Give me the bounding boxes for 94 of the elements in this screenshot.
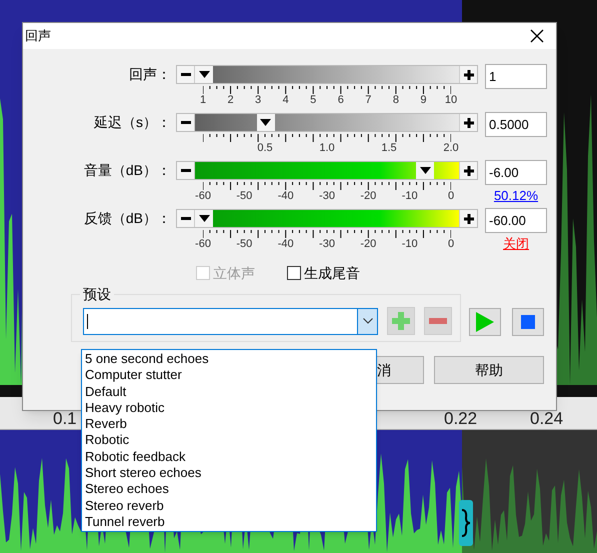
value-field[interactable]: -6.00 — [485, 160, 547, 185]
value-field[interactable]: 0.5000 — [485, 112, 547, 137]
minus-icon — [180, 73, 190, 76]
increase-button[interactable] — [459, 210, 477, 227]
preset-option[interactable]: Computer stutter — [82, 367, 376, 384]
plus-icon — [464, 118, 474, 128]
scale-label: -60 — [195, 190, 211, 203]
caret-icon — [260, 119, 271, 126]
scale-label: 0.5 — [257, 142, 273, 155]
preset-option[interactable]: Default — [82, 384, 376, 400]
scale-label: 4 — [282, 94, 289, 107]
scale-label: 0 — [448, 190, 454, 203]
scale-label: 2 — [227, 94, 234, 107]
slider-label: 延迟（s）： — [93, 113, 171, 131]
increase-button[interactable] — [459, 114, 477, 131]
preset-combo[interactable] — [83, 308, 378, 334]
slider[interactable] — [176, 65, 478, 84]
ruler-label: 0.1 — [53, 410, 77, 428]
stop-button[interactable] — [512, 308, 544, 336]
minus-icon — [429, 318, 447, 324]
scale-label: -10 — [402, 190, 418, 203]
scale-label: 5 — [310, 94, 316, 107]
scale-label: 1.0 — [319, 142, 335, 155]
preset-option[interactable]: Heavy robotic — [82, 400, 376, 416]
minus-icon — [180, 121, 190, 124]
scale-label: -50 — [236, 238, 252, 251]
slider-thumb[interactable] — [195, 210, 213, 227]
preset-option[interactable]: Robotic — [82, 432, 376, 449]
caret-icon — [198, 215, 210, 222]
increase-button[interactable] — [459, 66, 477, 83]
plus-icon — [464, 70, 474, 80]
plus-icon — [392, 312, 410, 330]
caret-icon — [420, 167, 431, 174]
preset-option[interactable]: Tunnel reverb — [82, 514, 376, 530]
slider-thumb[interactable] — [416, 162, 434, 179]
value-link[interactable]: 50.12% — [494, 187, 538, 204]
value-link[interactable]: 关闭 — [503, 235, 529, 252]
ruler-label: 0.22 — [444, 410, 478, 428]
preset-option[interactable]: Stereo reverb — [82, 498, 376, 514]
minus-icon — [180, 217, 190, 220]
bracket-icon — [459, 500, 473, 546]
preset-option[interactable]: Stereo echoes — [82, 481, 376, 498]
slider-label: 反馈（dB）： — [82, 209, 171, 227]
play-icon — [476, 312, 494, 332]
stop-icon — [521, 315, 535, 329]
plus-icon — [464, 166, 474, 176]
scale-label: 0 — [448, 238, 454, 251]
scale-label: -30 — [319, 238, 335, 251]
increase-button[interactable] — [459, 162, 477, 179]
value-field[interactable]: -60.00 — [485, 208, 547, 233]
scale-label: 2.0 — [443, 142, 459, 155]
preset-option[interactable]: Reverb — [82, 416, 376, 432]
scale-label: 3 — [255, 94, 262, 107]
scale-label: -50 — [236, 190, 252, 203]
scale-label: 1.5 — [381, 142, 397, 155]
checkbox[interactable]: 生成尾音 — [287, 262, 360, 284]
scale-label: -30 — [319, 190, 335, 203]
scale-label: 6 — [338, 94, 344, 107]
value-field[interactable]: 1 — [485, 64, 547, 89]
scale-label: -40 — [278, 190, 294, 203]
preset-option[interactable]: Robotic feedback — [82, 448, 376, 466]
scale-label: -20 — [360, 190, 376, 203]
minus-icon — [180, 169, 190, 172]
slider-label: 音量（dB）： — [82, 161, 171, 179]
scale-label: 9 — [420, 94, 426, 107]
slider-thumb[interactable] — [256, 114, 274, 131]
close-icon — [530, 29, 544, 43]
window-title: 回声 — [25, 27, 51, 46]
scale-label: -40 — [278, 238, 294, 251]
caret-icon — [198, 71, 210, 78]
help-button[interactable]: 帮助 — [434, 356, 544, 384]
scale-label: 10 — [444, 94, 458, 107]
ruler-label: 0.24 — [530, 410, 564, 428]
scale-label: 1 — [200, 94, 206, 107]
slider[interactable] — [176, 161, 478, 180]
scale-label: 8 — [392, 94, 399, 107]
group-title: 预设 — [80, 285, 114, 303]
decrease-button[interactable] — [177, 66, 195, 83]
scale-label: -10 — [402, 238, 418, 251]
chevron-icon — [362, 318, 372, 324]
slider-label: 回声： — [128, 65, 171, 83]
plus-icon — [464, 214, 474, 224]
scale-label: -60 — [195, 238, 211, 251]
slider[interactable] — [176, 209, 478, 228]
decrease-button[interactable] — [177, 114, 195, 131]
slider-thumb[interactable] — [195, 66, 213, 83]
close-button[interactable] — [528, 27, 546, 45]
scale-label: 7 — [365, 94, 372, 107]
scale-label: -20 — [360, 238, 376, 251]
slider[interactable] — [176, 113, 478, 132]
preset-option[interactable]: 5 one second echoes — [82, 351, 376, 368]
preset-option[interactable]: Short stereo echoes — [82, 465, 376, 482]
decrease-button[interactable] — [177, 210, 195, 227]
decrease-button[interactable] — [177, 162, 195, 179]
